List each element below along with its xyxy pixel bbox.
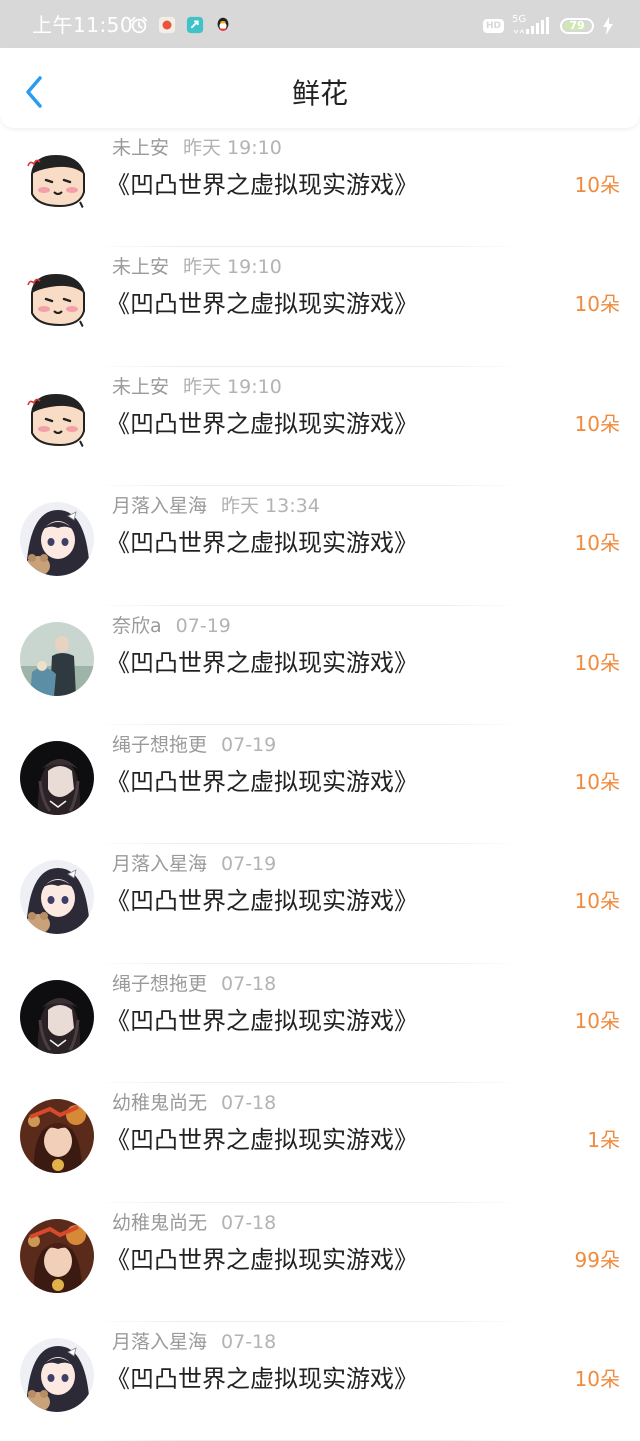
flower-count: 10朵 xyxy=(574,531,620,556)
nav-header: 鲜花 xyxy=(0,48,640,128)
flower-count: 10朵 xyxy=(574,1366,620,1391)
item-meta: 绳子想拖更 07-18 xyxy=(112,972,276,996)
item-meta: 奈欣a 07-19 xyxy=(112,614,231,638)
book-title[interactable]: 《凹凸世界之虚拟现实游戏》 xyxy=(106,1005,418,1037)
username[interactable]: 月落入星海 xyxy=(112,495,207,517)
user-avatar[interactable] xyxy=(20,979,94,1054)
username[interactable]: 未上安 xyxy=(112,376,169,398)
timestamp: 07-19 xyxy=(221,853,277,876)
flower-count: 10朵 xyxy=(574,889,620,914)
timestamp: 07-18 xyxy=(221,1092,277,1115)
book-title[interactable]: 《凹凸世界之虚拟现实游戏》 xyxy=(106,527,418,559)
user-avatar[interactable] xyxy=(20,502,94,577)
user-avatar[interactable] xyxy=(20,860,94,935)
book-title[interactable]: 《凹凸世界之虚拟现实游戏》 xyxy=(106,408,418,440)
user-avatar[interactable] xyxy=(20,621,94,696)
timestamp: 07-19 xyxy=(175,614,231,637)
page-title: 鲜花 xyxy=(291,77,348,110)
username[interactable]: 月落入星海 xyxy=(112,853,207,875)
list-item[interactable]: 幼稚鬼尚无 07-18 《凹凸世界之虚拟现实游戏》 99朵 xyxy=(0,1203,640,1322)
book-title[interactable]: 《凹凸世界之虚拟现实游戏》 xyxy=(106,1363,418,1395)
username[interactable]: 幼稚鬼尚无 xyxy=(112,1092,207,1114)
timestamp: 07-19 xyxy=(221,733,277,756)
flower-count: 10朵 xyxy=(574,173,620,197)
list-item[interactable]: 幼稚鬼尚无 07-18 《凹凸世界之虚拟现实游戏》 1朵 xyxy=(0,1083,640,1203)
charging-icon xyxy=(603,17,613,35)
user-avatar[interactable] xyxy=(20,382,94,457)
username[interactable]: 奈欣a xyxy=(112,615,162,637)
list-item[interactable]: 奈欣a 07-19 《凹凸世界之虚拟现实游戏》 10朵 xyxy=(0,606,640,725)
flower-record-list: 未上安 昨天 19:10 《凹凸世界之虚拟现实游戏》 10朵 未上安 昨天 19:10 《凹… xyxy=(0,128,640,1441)
book-title[interactable]: 《凹凸世界之虚拟现实游戏》 xyxy=(106,885,418,917)
notification-app-icon xyxy=(158,16,176,34)
timestamp: 昨天 19:10 xyxy=(183,256,282,279)
item-meta: 月落入星海 07-19 xyxy=(112,852,276,876)
list-item[interactable]: 绳子想拖更 07-19 《凹凸世界之虚拟现实游戏》 10朵 xyxy=(0,725,640,845)
timestamp: 07-18 xyxy=(221,1330,277,1353)
flower-count: 10朵 xyxy=(574,1008,620,1033)
user-avatar[interactable] xyxy=(20,263,94,338)
user-avatar[interactable] xyxy=(20,1218,94,1293)
timestamp: 昨天 19:10 xyxy=(183,137,282,159)
item-meta: 幼稚鬼尚无 07-18 xyxy=(112,1211,276,1235)
username[interactable]: 绳子想拖更 xyxy=(112,734,207,756)
list-item[interactable]: 月落入星海 07-19 《凹凸世界之虚拟现实游戏》 10朵 xyxy=(0,844,640,964)
book-title[interactable]: 《凹凸世界之虚拟现实游戏》 xyxy=(106,766,418,798)
list-item[interactable]: 未上安 昨天 19:10 《凹凸世界之虚拟现实游戏》 10朵 xyxy=(0,247,640,367)
user-avatar[interactable] xyxy=(20,144,94,218)
book-title[interactable]: 《凹凸世界之虚拟现实游戏》 xyxy=(106,1124,418,1156)
username[interactable]: 未上安 xyxy=(112,137,169,159)
item-meta: 未上安 昨天 19:10 xyxy=(112,375,282,399)
username[interactable]: 绳子想拖更 xyxy=(112,973,207,995)
flower-count: 10朵 xyxy=(574,769,620,794)
battery-icon: 79 xyxy=(560,18,594,34)
username[interactable]: 未上安 xyxy=(112,256,169,278)
item-meta: 幼稚鬼尚无 07-18 xyxy=(112,1091,276,1115)
item-meta: 绳子想拖更 07-19 xyxy=(112,733,276,757)
flower-count: 99朵 xyxy=(574,1247,620,1272)
qq-penguin-icon xyxy=(217,17,229,31)
list-item[interactable]: 未上安 昨天 19:10 《凹凸世界之虚拟现实游戏》 10朵 xyxy=(0,128,640,248)
flower-count: 10朵 xyxy=(574,411,620,436)
item-meta: 月落入星海 07-18 xyxy=(112,1330,276,1354)
list-item[interactable]: 月落入星海 07-18 《凹凸世界之虚拟现实游戏》 10朵 xyxy=(0,1322,640,1441)
notification-app-icon-2 xyxy=(186,16,204,34)
list-item[interactable]: 未上安 昨天 19:10 《凹凸世界之虚拟现实游戏》 10朵 xyxy=(0,367,640,487)
hd-badge: HD xyxy=(482,19,504,33)
flower-count: 10朵 xyxy=(574,292,620,317)
flower-count: 10朵 xyxy=(574,650,620,675)
user-avatar[interactable] xyxy=(20,740,94,815)
user-avatar[interactable] xyxy=(20,1099,94,1174)
status-indicators: HD 5G 79 xyxy=(482,14,614,36)
alarm-icon xyxy=(130,16,148,34)
book-title[interactable]: 《凹凸世界之虚拟现实游戏》 xyxy=(106,647,418,679)
timestamp: 昨天 19:10 xyxy=(183,375,282,398)
status-time: 上午11:50 xyxy=(32,13,134,37)
item-meta: 未上安 昨天 19:10 xyxy=(112,255,282,279)
list-item[interactable]: 绳子想拖更 07-18 《凹凸世界之虚拟现实游戏》 10朵 xyxy=(0,964,640,1084)
username[interactable]: 幼稚鬼尚无 xyxy=(112,1212,207,1234)
user-avatar[interactable] xyxy=(20,1337,94,1412)
book-title[interactable]: 《凹凸世界之虚拟现实游戏》 xyxy=(106,169,418,201)
username[interactable]: 月落入星海 xyxy=(112,1331,207,1353)
item-meta: 未上安 昨天 19:10 xyxy=(112,136,282,160)
book-title[interactable]: 《凹凸世界之虚拟现实游戏》 xyxy=(106,1244,418,1276)
status-bar: 上午11:50 HD 5G 79 xyxy=(0,0,640,48)
item-meta: 月落入星海 昨天 13:34 xyxy=(112,494,320,518)
signal-icon: 5G xyxy=(512,14,552,36)
timestamp: 07-18 xyxy=(221,1211,277,1234)
flower-count: 1朵 xyxy=(587,1128,620,1153)
book-title[interactable]: 《凹凸世界之虚拟现实游戏》 xyxy=(106,288,418,320)
timestamp: 昨天 13:34 xyxy=(221,495,320,518)
timestamp: 07-18 xyxy=(221,972,277,995)
list-item[interactable]: 月落入星海 昨天 13:34 《凹凸世界之虚拟现实游戏》 10朵 xyxy=(0,486,640,606)
battery-level: 79 xyxy=(569,19,585,32)
